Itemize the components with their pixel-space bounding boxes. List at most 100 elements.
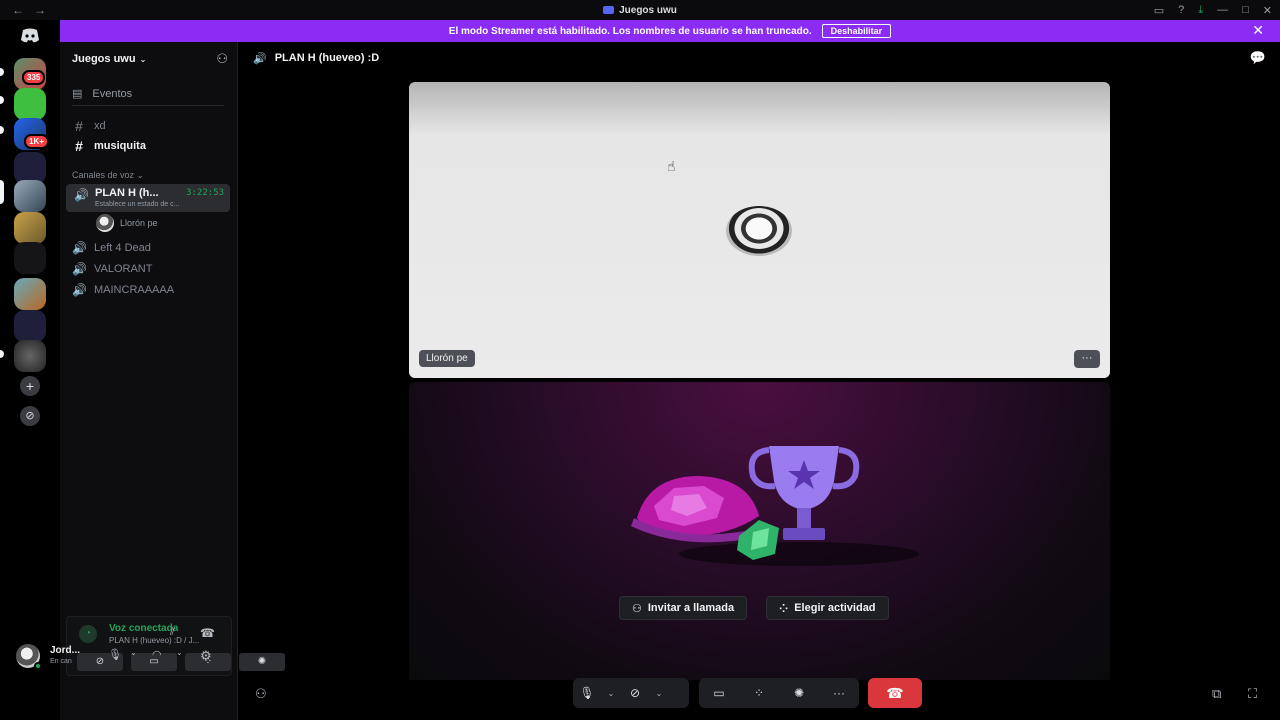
trophy-illustration bbox=[631, 446, 919, 566]
channel-name: MAINCRAAAAA bbox=[94, 284, 175, 296]
guild-name: Juegos uwu bbox=[72, 53, 136, 65]
camera-off-icon[interactable]: ⊘ bbox=[621, 686, 649, 700]
server-icon-2[interactable] bbox=[14, 88, 46, 120]
folder-icon-2[interactable] bbox=[14, 310, 46, 342]
activity-label: Elegir actividad bbox=[794, 602, 876, 614]
voice-category-header[interactable]: Canales de voz ⌄ bbox=[72, 170, 144, 181]
soundboard-icon[interactable]: ✺ bbox=[785, 686, 813, 700]
unread-pill bbox=[0, 68, 4, 76]
events-item[interactable]: ▤ Eventos bbox=[72, 82, 224, 106]
voice-channel-maincra[interactable]: 🔊 MAINCRAAAAA bbox=[72, 280, 230, 300]
channel-name: musiquita bbox=[94, 140, 146, 152]
speaker-icon: 🔊 bbox=[253, 52, 267, 65]
speaker-icon: 🔊 bbox=[74, 188, 89, 202]
banner-text: El modo Streamer está habilitado. Los no… bbox=[448, 25, 812, 37]
popout-icon[interactable]: ⧉ bbox=[1212, 686, 1221, 702]
chevron-down-icon[interactable]: ⌄ bbox=[601, 689, 621, 698]
call-action-controls: ▭ ⁘ ✺ ··· bbox=[699, 678, 859, 708]
server-icon-juegos[interactable] bbox=[14, 180, 46, 212]
voice-status[interactable]: Establece un estado de c... bbox=[95, 201, 179, 208]
participant-avatar bbox=[726, 206, 792, 256]
hash-icon: # bbox=[75, 138, 83, 154]
chevron-down-icon[interactable]: ⌄ bbox=[176, 648, 183, 657]
server-icon-6[interactable] bbox=[14, 340, 46, 372]
online-status-icon bbox=[34, 662, 42, 670]
chevron-down-icon[interactable]: ⌄ bbox=[130, 648, 137, 657]
invite-people-icon[interactable]: ⚇ bbox=[255, 686, 267, 702]
soundboard-button[interactable]: ✺ bbox=[239, 653, 285, 671]
disable-streamer-button[interactable]: Deshabilitar bbox=[821, 24, 892, 38]
maximize-button[interactable]: □ bbox=[1242, 4, 1249, 16]
disconnect-icon[interactable]: ☎ bbox=[200, 626, 215, 640]
download-icon[interactable]: ⤓ bbox=[1198, 4, 1203, 17]
server-icon-4[interactable] bbox=[14, 242, 46, 274]
server-icon-3[interactable] bbox=[14, 212, 46, 244]
invite-to-call-button[interactable]: ⚇ Invitar a llamada bbox=[619, 596, 748, 620]
channel-musiquita[interactable]: # musiquita bbox=[72, 136, 230, 156]
events-label: Eventos bbox=[92, 87, 133, 100]
avatar bbox=[96, 214, 114, 232]
settings-gear-icon[interactable]: ⚙ bbox=[200, 648, 212, 664]
voice-category-label: Canales de voz bbox=[72, 170, 135, 180]
add-server-icon[interactable]: + bbox=[20, 376, 40, 396]
microphone-icon[interactable]: 🎙 bbox=[108, 648, 122, 661]
guild-header[interactable]: Juegos uwu ⌄ ⚇ bbox=[60, 42, 238, 76]
channel-sidebar: Juegos uwu ⌄ ⚇ ▤ Eventos # xd # musiquita… bbox=[60, 42, 285, 720]
voice-user-name: Llorón pe bbox=[120, 218, 158, 228]
forward-arrow-icon[interactable]: → bbox=[34, 3, 46, 17]
voice-channel-name: PLAN H (h... bbox=[95, 187, 159, 199]
fullscreen-icon[interactable]: ⛶ bbox=[1248, 686, 1257, 702]
chevron-down-icon[interactable]: ⌄ bbox=[649, 689, 669, 698]
more-icon[interactable]: ··· bbox=[825, 686, 853, 700]
speaker-icon: 🔊 bbox=[72, 241, 87, 255]
server-icon-5[interactable] bbox=[14, 278, 46, 310]
microphone-icon[interactable]: 🎙 bbox=[573, 686, 601, 700]
channel-name: VALORANT bbox=[94, 263, 153, 275]
help-icon[interactable]: ? bbox=[1178, 4, 1184, 16]
server-rail: 335 1K+ + ⊘ bbox=[0, 20, 60, 720]
headphones-icon[interactable]: ◠ bbox=[152, 648, 162, 661]
mention-badge: 1K+ bbox=[24, 134, 49, 149]
voice-connected-title[interactable]: Voz conectada bbox=[109, 623, 178, 634]
channel-name: Left 4 Dead bbox=[94, 242, 151, 254]
discover-icon[interactable]: ⊘ bbox=[20, 406, 40, 426]
more-options-button[interactable]: ··· bbox=[1074, 350, 1100, 368]
back-arrow-icon[interactable]: ← bbox=[12, 3, 24, 17]
voice-channel-active[interactable]: 🔊 PLAN H (h... 3:22:53 Establece un esta… bbox=[66, 184, 230, 212]
username[interactable]: Jord... bbox=[50, 645, 80, 656]
unread-pill bbox=[0, 350, 4, 358]
channel-xd[interactable]: # xd bbox=[72, 116, 230, 136]
page-title: PLAN H (hueveo) :D bbox=[274, 52, 380, 64]
chat-icon[interactable]: 💬 bbox=[1250, 50, 1266, 66]
unread-pill bbox=[0, 96, 4, 104]
screen-share-icon[interactable]: ▭ bbox=[705, 686, 733, 700]
hand-cursor-icon: ☝ bbox=[667, 158, 676, 174]
window-controls: ▭ ? ⤓ — □ ✕ bbox=[1154, 0, 1272, 20]
choose-activity-button[interactable]: ⁘ Elegir actividad bbox=[766, 596, 889, 620]
activity-tile: ⚇ Invitar a llamada ⁘ Elegir actividad bbox=[409, 382, 1110, 680]
mic-camera-controls: 🎙 ⌄ ⊘ ⌄ bbox=[573, 678, 689, 708]
voice-connected-user[interactable]: Llorón pe bbox=[96, 214, 158, 232]
inbox-icon[interactable]: ▭ bbox=[1154, 4, 1164, 17]
title-bar: ← → Juegos uwu ▭ ? ⤓ — □ ✕ bbox=[0, 0, 1280, 20]
disconnect-call-button[interactable]: ☎ bbox=[868, 678, 922, 708]
invite-member-icon[interactable]: ⚇ bbox=[216, 51, 228, 67]
activity-grid-icon: ⁘ bbox=[779, 602, 789, 615]
participant-tile[interactable]: ☝ Llorón pe ··· bbox=[409, 82, 1110, 378]
selected-pill bbox=[0, 180, 4, 204]
voice-channel-valorant[interactable]: 🔊 VALORANT bbox=[72, 259, 230, 279]
close-window-button[interactable]: ✕ bbox=[1263, 4, 1272, 17]
activities-icon[interactable]: ⁘ bbox=[745, 686, 773, 700]
channel-header: 🔊 PLAN H (hueveo) :D 💬 bbox=[239, 42, 1280, 74]
discord-icon bbox=[603, 5, 615, 14]
channel-name: xd bbox=[94, 120, 106, 132]
speaker-icon: 🔊 bbox=[72, 262, 87, 276]
voice-channel-left4dead[interactable]: 🔊 Left 4 Dead bbox=[72, 238, 230, 258]
user-status: En can bbox=[50, 658, 72, 665]
discord-home-icon[interactable] bbox=[14, 24, 46, 48]
minimize-button[interactable]: — bbox=[1217, 4, 1228, 16]
noise-suppression-icon[interactable]: ⫽ bbox=[170, 626, 175, 639]
close-banner-icon[interactable]: ✕ bbox=[1252, 22, 1264, 39]
voice-timer: 3:22:53 bbox=[186, 188, 224, 198]
unread-pill bbox=[0, 126, 4, 134]
